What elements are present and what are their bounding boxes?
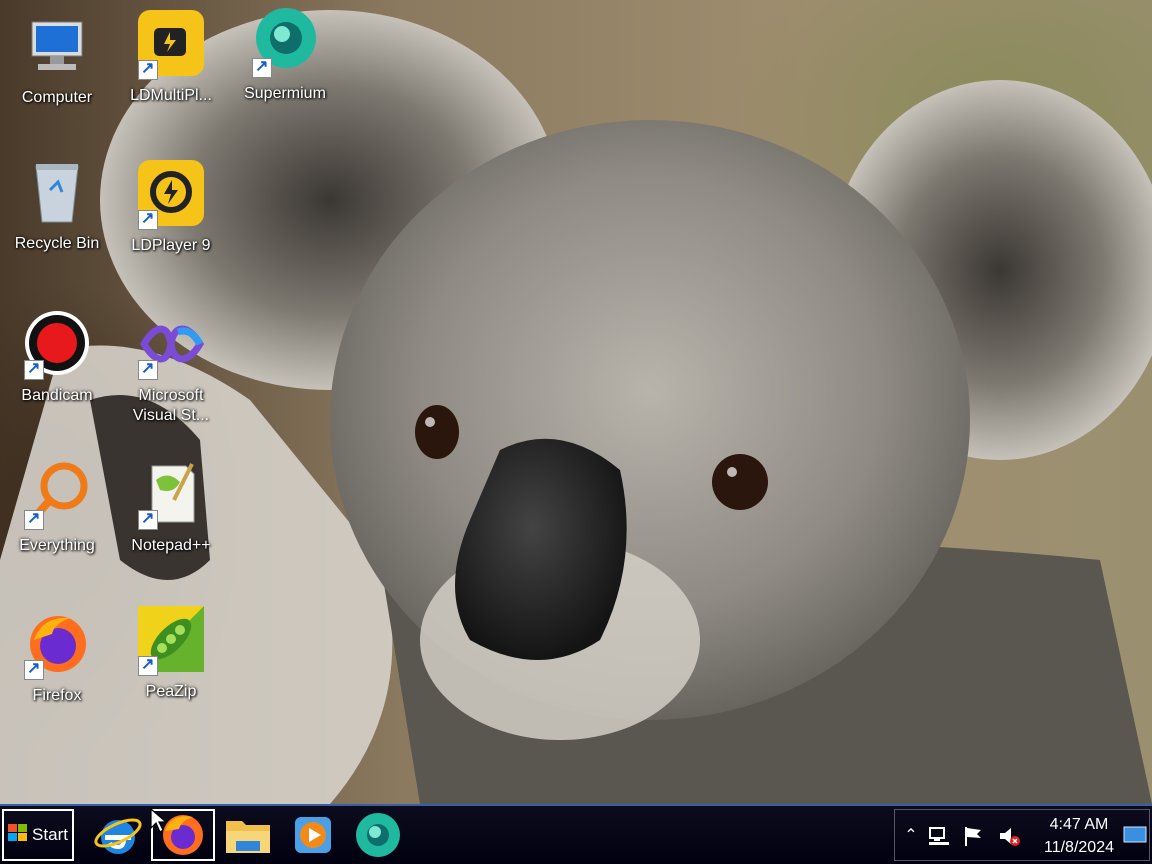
icon-label: Firefox	[32, 687, 82, 704]
icon-label: PeaZip	[145, 683, 197, 700]
desktop-icon-bandicam[interactable]: Bandicam	[2, 310, 112, 450]
desktop-icon-visual-studio[interactable]: Microsoft Visual St...	[116, 310, 226, 450]
file-explorer-icon	[226, 821, 270, 853]
network-icon[interactable]	[927, 824, 951, 848]
icon-label: Bandicam	[21, 387, 93, 404]
shortcut-arrow-icon	[138, 58, 158, 80]
taskbar-internet-explorer[interactable]	[86, 809, 150, 861]
supermium-icon	[356, 813, 400, 857]
desktop-icon-ldmultiplayer[interactable]: LDMultiPl...	[116, 10, 226, 150]
notepadpp-icon	[138, 460, 204, 530]
icon-label: LDMultiPl...	[130, 87, 212, 104]
shortcut-arrow-icon	[24, 658, 44, 680]
shortcut-arrow-icon	[138, 358, 158, 380]
desktop-icon-peazip[interactable]: PeaZip	[116, 606, 226, 746]
desktop-icon-firefox[interactable]: Firefox	[2, 610, 112, 750]
start-label: Start	[32, 825, 68, 844]
recycle-bin-icon	[24, 158, 90, 224]
bandicam-icon	[24, 310, 90, 380]
icon-label: LDPlayer 9	[131, 237, 211, 254]
taskbar: Start ⌃ 4:47 AM 11/8/2024	[0, 804, 1152, 864]
ldmultiplayer-icon	[138, 10, 204, 80]
media-player-icon	[295, 817, 331, 853]
clock-time[interactable]: 4:47 AM	[1035, 816, 1123, 834]
taskbar-supermium[interactable]	[346, 809, 410, 861]
visual-studio-icon	[138, 310, 205, 380]
icon-label: Supermium	[244, 85, 326, 102]
everything-search-icon	[24, 460, 90, 530]
internet-explorer-icon	[94, 818, 142, 854]
volume-muted-icon[interactable]	[997, 824, 1021, 848]
desktop-icon-ldplayer[interactable]: LDPlayer 9	[116, 160, 226, 300]
peazip-icon	[138, 606, 204, 676]
show-desktop-icon[interactable]	[1123, 824, 1147, 848]
windows-logo-icon	[8, 823, 28, 847]
desktop-icon-everything[interactable]: Everything	[2, 460, 112, 600]
shortcut-arrow-icon	[24, 508, 44, 530]
shortcut-arrow-icon	[252, 56, 272, 78]
icon-label: Microsoft Visual St...	[132, 387, 210, 424]
taskbar-media-player[interactable]	[281, 809, 345, 861]
desktop-icon-recycle-bin[interactable]: Recycle Bin	[2, 158, 112, 298]
firefox-icon	[24, 610, 90, 680]
ldplayer-icon	[138, 160, 204, 230]
shortcut-arrow-icon	[24, 358, 44, 380]
system-tray: ⌃ 4:47 AM 11/8/2024	[894, 809, 1150, 861]
computer-icon	[24, 12, 90, 78]
action-center-flag-icon[interactable]	[961, 824, 985, 848]
shortcut-arrow-icon	[138, 654, 158, 676]
clock-date[interactable]: 11/8/2024	[1035, 839, 1123, 857]
taskbar-file-explorer[interactable]	[216, 809, 280, 861]
shortcut-arrow-icon	[138, 508, 158, 530]
start-button[interactable]: Start	[2, 809, 74, 861]
icon-label: Computer	[21, 89, 93, 106]
desktop-icon-supermium[interactable]: Supermium	[230, 8, 340, 148]
icon-label: Everything	[19, 537, 95, 554]
desktop-icon-notepadpp[interactable]: Notepad++	[116, 460, 226, 600]
shortcut-arrow-icon	[138, 208, 158, 230]
mouse-cursor-icon	[150, 807, 168, 839]
icon-label: Notepad++	[131, 537, 211, 554]
icon-label: Recycle Bin	[14, 235, 100, 252]
desktop-icon-computer[interactable]: Computer	[2, 12, 112, 152]
supermium-icon	[252, 8, 318, 78]
show-hidden-icons-chevron[interactable]: ⌃	[899, 824, 923, 848]
